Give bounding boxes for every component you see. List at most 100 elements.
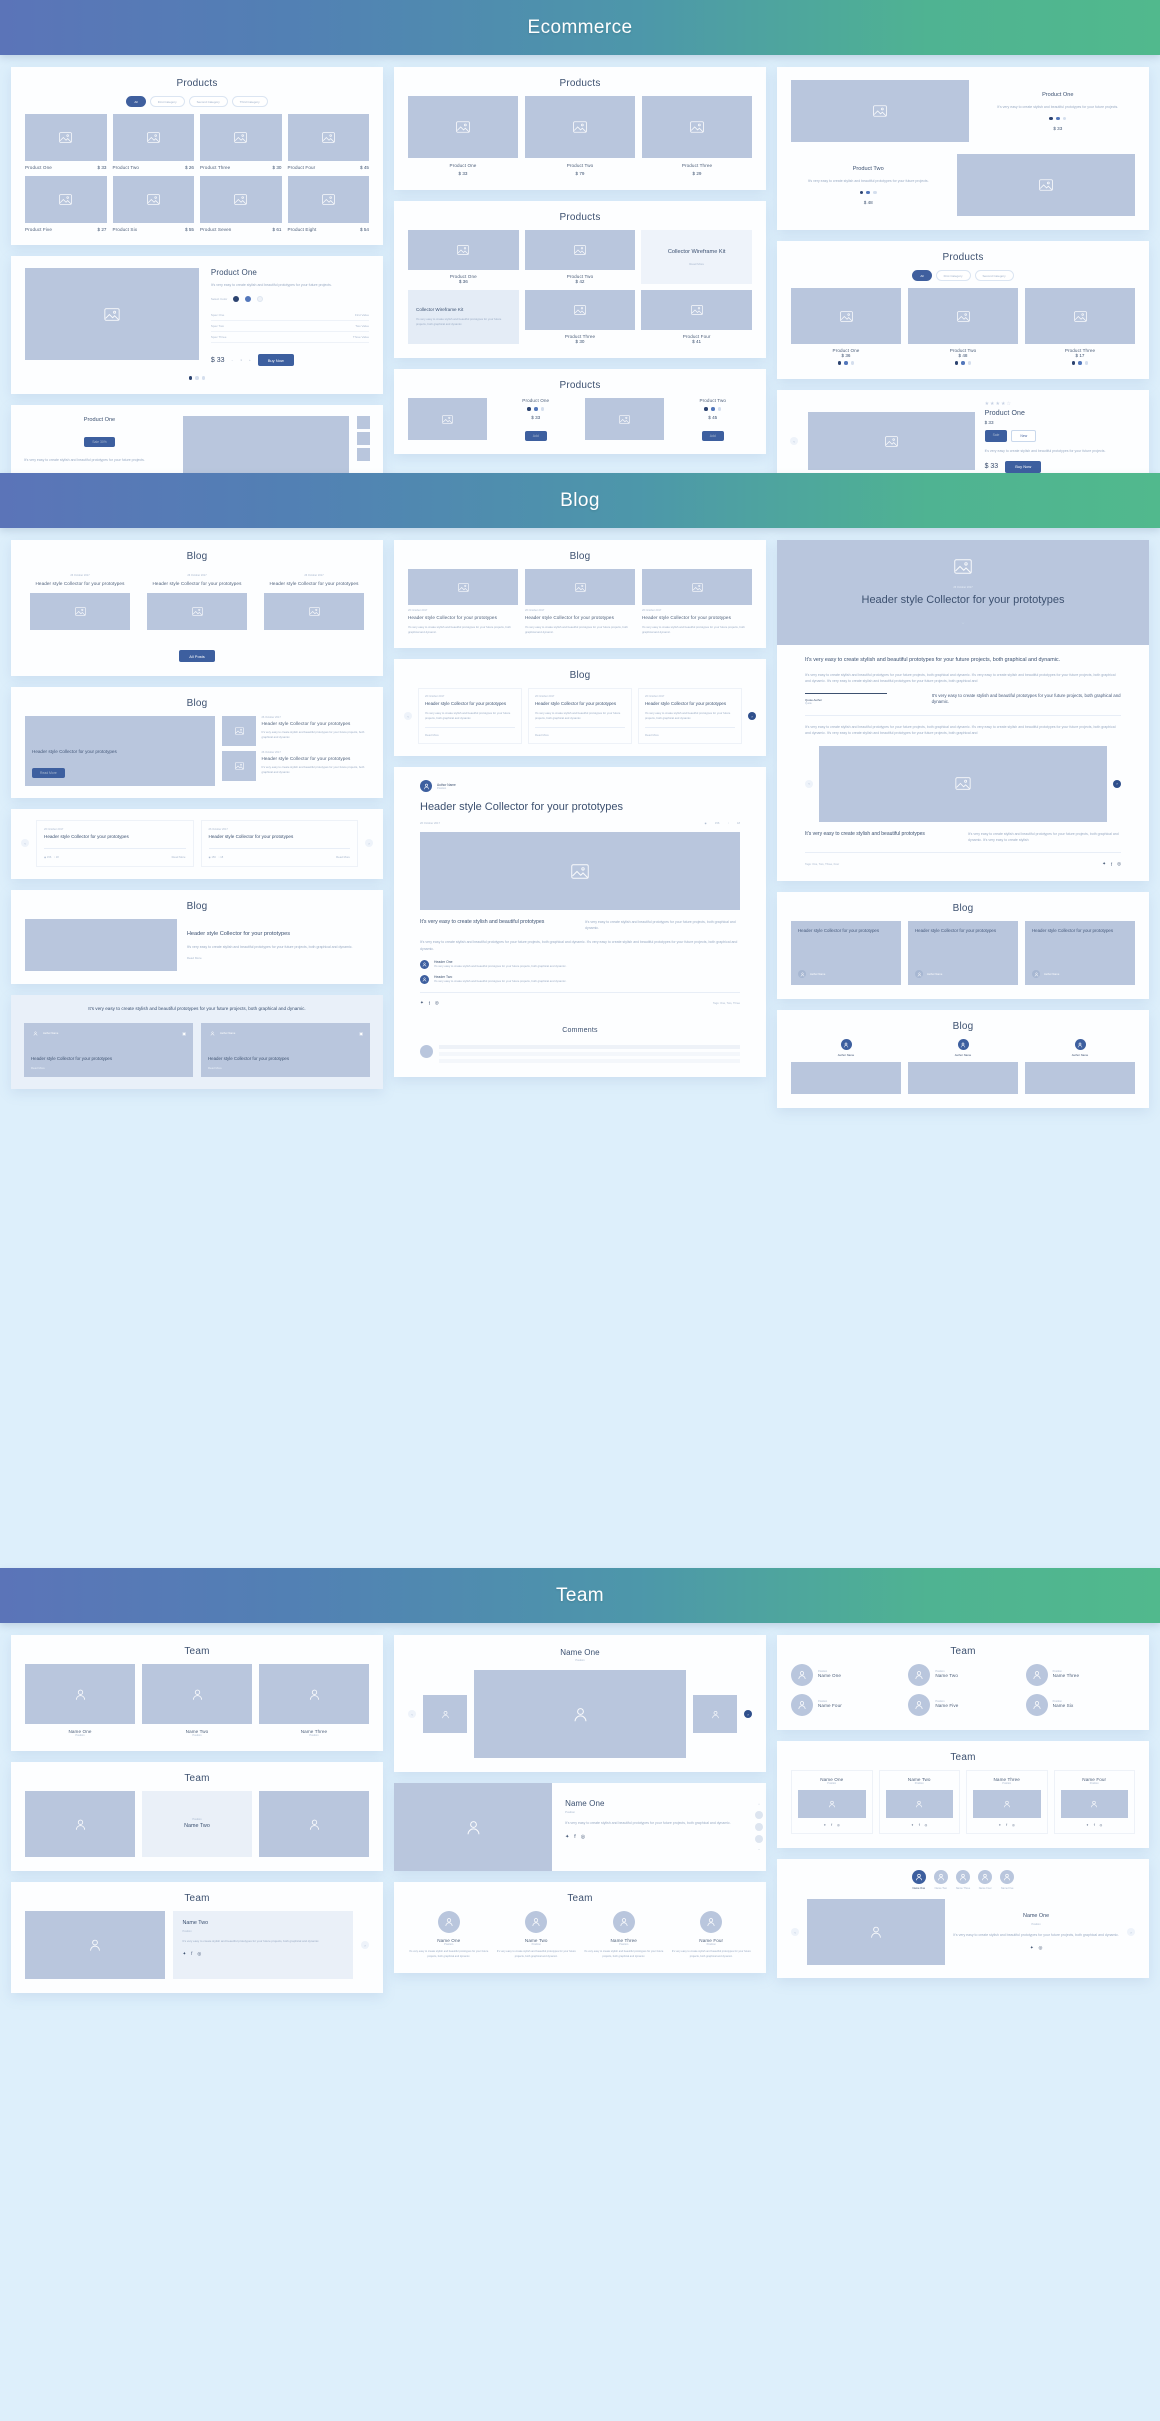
team-tab-avatar[interactable] [1000,1870,1015,1884]
card-products-grid3[interactable]: Products Product One $ 33 Product Two $ … [394,67,766,190]
card-product-rating[interactable]: ‹ ★★★★☆ Product One $ 33 Sale New It's v… [777,389,1149,473]
card-team-profile[interactable]: Name One Position It's very easy to crea… [394,1783,766,1871]
blog-cell[interactable]: Author Name [791,1039,901,1095]
blog-cell[interactable]: 26 October 2017 Header style Collector f… [408,569,518,635]
carousel-next-icon[interactable]: › [361,1941,369,1949]
product-cell[interactable]: Product One $ 36 [408,230,519,284]
blog-cell[interactable]: 26 October 2017 Header style Collector f… [642,569,752,635]
qty-decrement[interactable]: − [232,358,234,362]
facebook-icon[interactable]: f [919,1823,920,1827]
blog-author-card[interactable]: Author Name ▣ Header style Collector for… [201,1022,370,1078]
social-links[interactable]: ✦ ◎ [953,1945,1119,1951]
twitter-icon[interactable]: ✦ [1030,1945,1034,1951]
product-cell[interactable]: Product Two $ 79 [525,96,635,176]
card-team-grid4-boxed[interactable]: Team Name One Position ✦ f ◎ Name Two Posi… [777,1741,1149,1848]
team-cell[interactable]: Position Name One [791,1664,900,1686]
team-cell[interactable]: Name Two Position ✦ f ◎ [878,1770,960,1834]
card-blog-authors3[interactable]: Blog Author Name Author Name Author Name [777,1010,1149,1109]
team-cell[interactable]: Name Three Position ✦ f ◎ [966,1770,1048,1834]
blog-cell[interactable]: Header style Collector for your prototyp… [791,921,901,986]
product-cell[interactable]: Product Four $ 41 [641,290,752,344]
carousel-next-icon[interactable]: › [365,839,373,848]
kit-read-more[interactable]: Read More [649,262,744,266]
blog-cell[interactable]: 26 October 2017 Header style Collector f… [200,819,358,868]
color-swatch-blue[interactable] [245,296,252,303]
carousel-dots[interactable] [25,376,369,380]
social-links[interactable]: ✦ f ◎ [1102,861,1121,867]
team-photo-small[interactable] [693,1695,737,1733]
blog-read-more[interactable]: Read More [336,855,350,859]
color-swatch-light[interactable] [257,296,264,303]
product-cell[interactable]: Product Three $ 30 [524,290,636,344]
filter-pill-all[interactable]: All [126,96,146,107]
team-cell[interactable]: Name Two Position [142,1664,252,1737]
card-product-sale[interactable]: Product One Sale 30% It's very easy to c… [11,404,383,473]
blog-cell[interactable]: 26 October 2017 Header style Collector f… [525,569,635,635]
card-product-split[interactable]: Product One It's very easy to create sty… [777,67,1149,230]
facebook-icon[interactable]: f [1094,1823,1095,1827]
team-highlight-cell[interactable]: Position Name Two [142,1791,252,1857]
carousel-next-icon[interactable]: › [744,1710,752,1718]
blog-cell[interactable]: Header style Collector for your prototyp… [908,921,1018,986]
product-cell[interactable]: Product Two $ 48 [908,288,1018,365]
product-cell[interactable]: Product One $ 36 [791,288,901,365]
twitter-icon[interactable]: ✦ [565,1834,569,1840]
social-links[interactable]: ✦ f ◎ [565,1834,739,1840]
card-team-grid6[interactable]: Team Position Name One Position Name Two… [777,1635,1149,1730]
team-tab-avatar[interactable] [956,1870,970,1884]
all-posts-button[interactable]: All Posts [179,650,215,663]
social-links[interactable]: ✦ f ◎ [798,1823,866,1827]
card-blog-3col[interactable]: Blog 26 October 2017 Header style Collec… [11,540,383,676]
qty-increment[interactable]: + [249,358,251,362]
carousel-prev-icon[interactable]: ‹ [21,839,29,848]
buy-now-button[interactable]: Buy Now [1005,460,1042,473]
blog-cell[interactable]: Author Name [1025,1039,1135,1095]
facebook-icon[interactable]: f [191,1951,192,1956]
instagram-icon[interactable]: ◎ [581,1834,585,1840]
team-photo-small[interactable] [423,1695,467,1733]
card-wireframe-kit[interactable]: Products Product One $ 36 Product Two $ … [394,201,766,358]
facebook-icon[interactable]: f [429,1001,430,1006]
twitter-icon[interactable]: ✦ [182,1951,186,1957]
instagram-icon[interactable]: ◎ [1039,1945,1043,1951]
product-cell[interactable]: Product Two $ 42 [524,230,636,284]
team-tab-avatar[interactable] [911,1870,926,1884]
blog-read-more[interactable]: Read More [187,956,369,960]
cart-add-button[interactable]: Add [524,430,547,441]
instagram-icon[interactable]: ◎ [925,1823,928,1827]
carousel-prev-icon[interactable]: ‹ [805,779,813,788]
product-cell[interactable]: Product Five $ 27 [25,176,107,232]
instagram-icon[interactable]: ◎ [1100,1823,1103,1827]
blog-cell[interactable]: 26 October 2017 Header style Collector f… [259,569,369,635]
card-products-grid8[interactable]: Products All First Category Second Categ… [11,67,383,245]
blog-cell[interactable]: 26 October 2017 Header style Collector f… [528,687,632,745]
blog-read-more[interactable]: Read More [645,733,735,737]
card-product-detail[interactable]: Product One It's very easy to create sty… [11,256,383,394]
product-cell[interactable]: Product One $ 33 [25,114,107,170]
team-tab-avatar[interactable] [978,1870,993,1884]
team-tab-avatar[interactable] [933,1870,948,1884]
team-cell[interactable]: Position Name Five [908,1694,1017,1716]
social-links[interactable]: ✦ f ◎ [1061,1823,1129,1827]
team-cell[interactable]: Name One Position [25,1664,135,1737]
filter-pill-first[interactable]: First Category [149,96,185,107]
team-tab[interactable]: Name One [911,1870,926,1890]
blog-read-more[interactable]: Read More [208,1066,363,1070]
product-cell[interactable]: Product Three $ 17 [1025,288,1135,365]
team-tab[interactable]: Name Two [933,1870,948,1890]
blog-thumb[interactable] [222,750,257,781]
card-blog-two-up[interactable]: ‹ 26 October 2017 Header style Collector… [11,808,383,880]
card-blog-hero[interactable]: 26 October 2017 Header style Collector f… [777,540,1149,882]
blog-thumb[interactable] [222,715,257,746]
team-tab[interactable]: Name Four [978,1870,993,1890]
social-links[interactable]: ✦ f ◎ [420,1000,439,1006]
thumbnail[interactable] [357,447,370,461]
carousel-next-icon[interactable]: › [1113,779,1121,788]
social-links[interactable]: ✦ f ◎ [886,1823,954,1827]
blog-cell[interactable]: 26 October 2017 Header style Collector f… [638,687,742,745]
card-team-tabs[interactable]: Name One Name Two Name Three Name Four N… [777,1859,1149,1978]
kit-promo-bottom[interactable]: Collector Wireframe Kit It's very easy t… [408,290,519,344]
product-cell[interactable]: Product Three $ 30 [200,114,282,170]
social-links[interactable]: ✦ f ◎ [973,1823,1041,1827]
team-cell[interactable]: Position Name Two [908,1664,1017,1686]
